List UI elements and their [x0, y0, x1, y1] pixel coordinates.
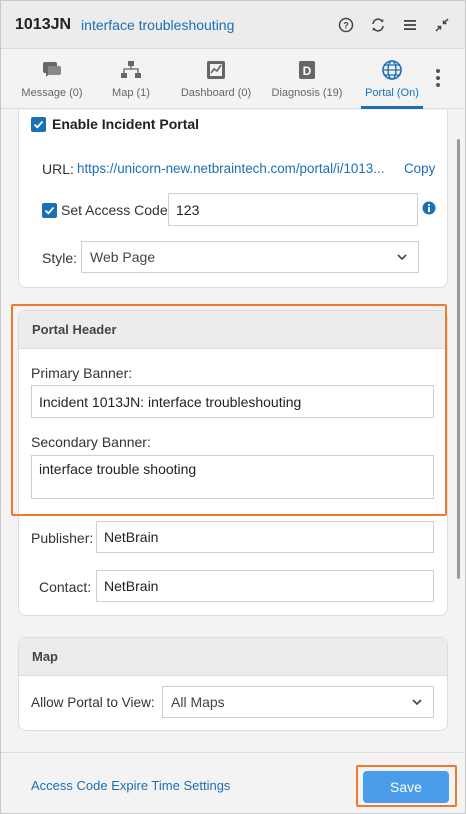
portal-header-title: Portal Header — [19, 311, 447, 349]
portal-url-link[interactable]: https://unicorn-new.netbraintech.com/por… — [77, 161, 384, 176]
save-button[interactable]: Save — [363, 771, 449, 803]
copy-url-link[interactable]: Copy — [404, 161, 435, 176]
info-icon[interactable] — [422, 201, 436, 218]
svg-text:D: D — [303, 64, 312, 78]
map-card: Map Allow Portal to View: All Maps — [18, 637, 448, 731]
primary-banner-label: Primary Banner: — [31, 365, 133, 381]
tab-message[interactable]: Message (0) — [21, 57, 83, 105]
publisher-input[interactable]: NetBrain — [96, 521, 434, 553]
more-options-icon[interactable] — [433, 67, 443, 91]
portal-header-card: Portal Header Primary Banner: Incident 1… — [18, 310, 448, 616]
vertical-scrollbar[interactable] — [457, 139, 460, 579]
portal-settings-scroll[interactable]: Enable Incident Portal URL: https://unic… — [1, 110, 465, 752]
chevron-down-icon — [412, 699, 422, 706]
tab-diagnosis[interactable]: D Diagnosis (19) — [271, 57, 343, 105]
tab-map[interactable]: Map (1) — [109, 57, 153, 105]
refresh-icon[interactable] — [367, 13, 389, 37]
map-icon — [118, 57, 144, 83]
title-bar: 1013JN interface troubleshouting ? — [1, 1, 465, 49]
svg-text:?: ? — [343, 21, 349, 31]
secondary-banner-input[interactable]: interface trouble shooting — [31, 455, 434, 499]
access-code-checkbox[interactable] — [42, 202, 57, 218]
title-actions: ? — [335, 13, 453, 37]
incident-panel: 1013JN interface troubleshouting ? Messa… — [0, 0, 466, 814]
access-code-row: Set Access Code: — [42, 202, 172, 218]
globe-icon — [379, 57, 405, 83]
allow-portal-select[interactable]: All Maps — [162, 686, 434, 718]
message-icon — [39, 57, 65, 83]
incident-name[interactable]: interface troubleshouting — [81, 17, 234, 33]
tab-bar: Message (0) Map (1) Dashboard (0) D Diag… — [1, 49, 465, 109]
contact-input[interactable]: NetBrain — [96, 570, 434, 602]
style-select[interactable]: Web Page — [81, 241, 419, 273]
chevron-down-icon — [397, 254, 407, 261]
access-code-label: Set Access Code: — [61, 202, 172, 218]
dashboard-icon — [203, 57, 229, 83]
style-label: Style: — [42, 250, 78, 266]
expire-time-settings-link[interactable]: Access Code Expire Time Settings — [31, 778, 230, 793]
enable-portal-row: Enable Incident Portal — [31, 116, 199, 132]
tab-portal[interactable]: Portal (On) — [363, 57, 421, 105]
url-label: URL: — [42, 161, 74, 177]
secondary-banner-label: Secondary Banner: — [31, 434, 151, 450]
enable-portal-checkbox[interactable] — [31, 116, 46, 132]
footer-bar: Access Code Expire Time Settings Save — [1, 752, 465, 813]
contact-label: Contact: — [39, 579, 92, 595]
enable-portal-label: Enable Incident Portal — [52, 116, 200, 132]
active-tab-indicator — [361, 106, 423, 109]
incident-id: 1013JN — [15, 15, 72, 33]
map-section-title: Map — [19, 638, 447, 676]
help-icon[interactable]: ? — [335, 13, 357, 37]
diagnosis-icon: D — [294, 57, 320, 83]
allow-portal-label: Allow Portal to View: — [31, 695, 155, 710]
publisher-label: Publisher: — [31, 530, 94, 546]
tab-dashboard[interactable]: Dashboard (0) — [180, 57, 252, 105]
primary-banner-input[interactable]: Incident 1013JN: interface troubleshouti… — [31, 385, 434, 418]
portal-settings-card: Enable Incident Portal URL: https://unic… — [18, 110, 448, 288]
collapse-icon[interactable] — [431, 13, 453, 37]
menu-icon[interactable] — [399, 13, 421, 37]
access-code-input[interactable]: 123 — [168, 193, 418, 226]
